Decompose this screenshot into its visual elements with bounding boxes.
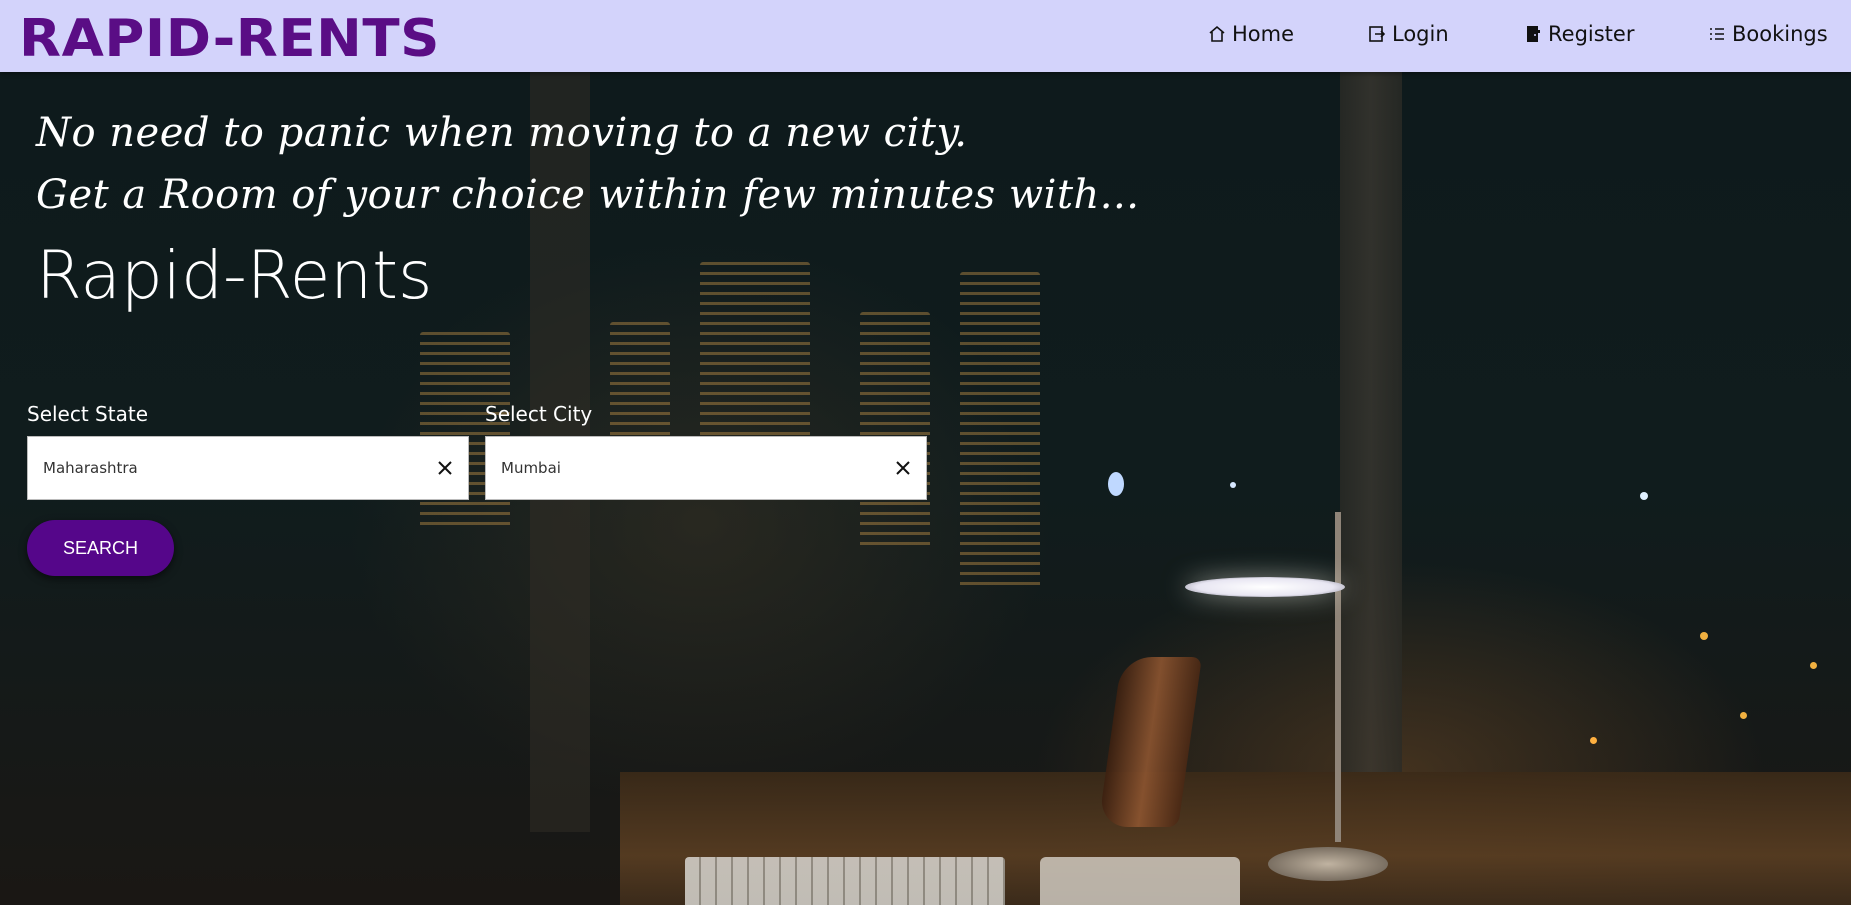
nav-bookings-label: Bookings bbox=[1732, 22, 1828, 46]
background-light bbox=[1590, 737, 1597, 744]
nav-home-label: Home bbox=[1232, 22, 1295, 46]
city-select-value: Mumbai bbox=[501, 459, 561, 477]
brand-logo[interactable]: RAPID-RENTS bbox=[19, 8, 440, 70]
search-button[interactable]: SEARCH bbox=[27, 520, 174, 576]
background-building bbox=[860, 312, 930, 552]
clear-icon[interactable] bbox=[435, 458, 455, 478]
register-icon bbox=[1527, 26, 1540, 42]
clear-icon[interactable] bbox=[893, 458, 913, 478]
state-label: Select State bbox=[27, 402, 148, 426]
city-label: Select City bbox=[485, 402, 593, 426]
hero-tagline-1: No need to panic when moving to a new ci… bbox=[36, 110, 968, 156]
nav-login[interactable]: Login bbox=[1367, 22, 1449, 46]
background-building bbox=[960, 272, 1040, 592]
navbar: RAPID-RENTS Home Login Register Bookings bbox=[0, 0, 1851, 72]
nav-bookings[interactable]: Bookings bbox=[1707, 22, 1828, 46]
background-light bbox=[1700, 632, 1708, 640]
state-select[interactable]: Maharashtra bbox=[27, 436, 469, 500]
list-icon bbox=[1710, 28, 1724, 40]
nav-login-label: Login bbox=[1392, 22, 1449, 46]
login-icon bbox=[1369, 26, 1386, 42]
background-building bbox=[700, 262, 810, 462]
nav-register[interactable]: Register bbox=[1523, 22, 1634, 46]
city-select[interactable]: Mumbai bbox=[485, 436, 927, 500]
hero-tagline-2: Get a Room of your choice within few min… bbox=[36, 172, 1140, 218]
background-lamp bbox=[1335, 512, 1341, 842]
nav-register-label: Register bbox=[1548, 22, 1635, 46]
background-notepad bbox=[1040, 857, 1240, 905]
background-light bbox=[1230, 482, 1236, 488]
state-select-value: Maharashtra bbox=[43, 459, 138, 477]
background-light bbox=[1810, 662, 1817, 669]
background-lamp-shade bbox=[1185, 577, 1345, 597]
hero-title: Rapid-Rents bbox=[36, 237, 433, 314]
background-light bbox=[1640, 492, 1648, 500]
background-light bbox=[1740, 712, 1747, 719]
background-window-frame bbox=[1340, 72, 1402, 772]
background-lamp-base bbox=[1268, 847, 1388, 881]
background-keyboard bbox=[685, 857, 1005, 905]
background-light bbox=[1108, 472, 1124, 496]
hero-section: No need to panic when moving to a new ci… bbox=[0, 72, 1851, 905]
background-building bbox=[420, 332, 510, 532]
nav-home[interactable]: Home bbox=[1207, 22, 1294, 46]
home-icon bbox=[1209, 25, 1225, 42]
